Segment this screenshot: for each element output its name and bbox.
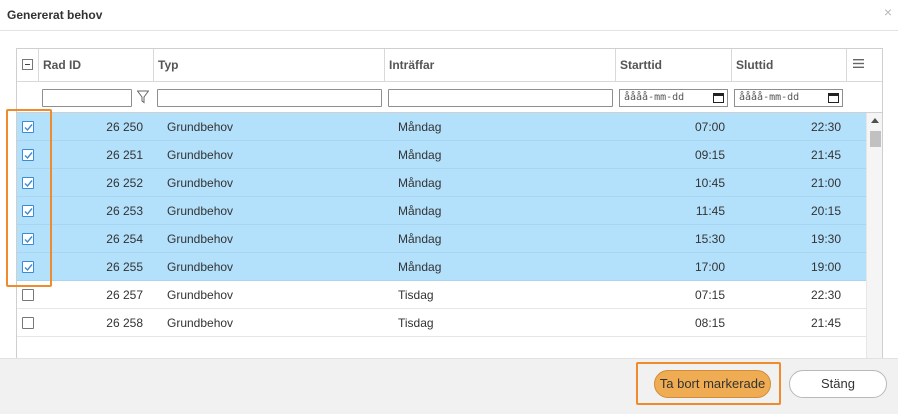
vertical-scrollbar[interactable] [866,113,882,376]
row-starttid: 07:00 [694,120,725,134]
delete-button-highlight [636,362,781,405]
row-typ: Grundbehov [167,120,234,134]
column-header-typ[interactable]: Typ [153,49,384,82]
table-row[interactable]: 26 258 Grundbehov Tisdag 08:15 21:45 [17,309,866,337]
table-row[interactable]: 26 252 Grundbehov Måndag 10:45 21:00 [17,169,866,197]
row-typ: Grundbehov [167,176,234,190]
sluttid-date-filter[interactable]: åååå-mm-dd [734,89,843,107]
checkbox-column-highlight [6,109,52,287]
row-sluttid: 22:30 [810,288,841,302]
table-row[interactable]: 26 255 Grundbehov Måndag 17:00 19:00 [17,253,866,281]
row-sluttid: 22:30 [810,120,841,134]
row-sluttid: 19:30 [810,232,841,246]
table-row[interactable]: 26 254 Grundbehov Måndag 15:30 19:30 [17,225,866,253]
calendar-icon[interactable] [828,93,839,103]
calendar-icon[interactable] [713,93,724,103]
close-icon[interactable]: × [884,4,892,20]
row-starttid: 11:45 [695,204,725,218]
starttid-date-placeholder: åååå-mm-dd [624,92,685,103]
dialog-titlebar: Genererat behov × [0,0,898,31]
row-starttid: 08:15 [694,316,725,330]
row-starttid: 10:45 [694,176,725,190]
row-intraffar: Måndag [398,148,442,162]
filter-row: åååå-mm-dd åååå-mm-dd [17,82,882,113]
table-row[interactable]: 26 250 Grundbehov Måndag 07:00 22:30 [17,113,866,141]
row-sluttid: 21:45 [810,316,841,330]
minus-checkbox-icon[interactable] [22,59,33,70]
header-checkbox-cell [17,49,38,82]
row-rad-id: 26 254 [106,232,143,246]
data-grid: Rad ID Typ Inträffar Starttid Sluttid åå… [16,48,883,376]
row-intraffar: Tisdag [398,316,434,330]
table-row[interactable]: 26 257 Grundbehov Tisdag 07:15 22:30 [17,281,866,309]
starttid-date-filter[interactable]: åååå-mm-dd [619,89,728,107]
row-checkbox[interactable] [22,317,34,329]
row-typ: Grundbehov [167,260,234,274]
hamburger-menu-icon[interactable] [853,59,864,68]
row-intraffar: Måndag [398,120,442,134]
row-intraffar: Måndag [398,176,442,190]
row-sluttid: 20:15 [810,204,841,218]
row-starttid: 09:15 [694,148,725,162]
row-rad-id: 26 252 [106,176,143,190]
column-header-intraffar[interactable]: Inträffar [384,49,615,82]
row-checkbox[interactable] [22,289,34,301]
row-rad-id: 26 257 [106,288,143,302]
row-sluttid: 21:00 [810,176,841,190]
row-rad-id: 26 250 [106,120,143,134]
row-rad-id: 26 251 [106,148,143,162]
typ-filter-input[interactable] [157,89,382,107]
table-row[interactable]: 26 253 Grundbehov Måndag 11:45 20:15 [17,197,866,225]
row-intraffar: Måndag [398,232,442,246]
intraffar-filter-input[interactable] [388,89,613,107]
dialog-title: Genererat behov [7,8,103,22]
close-button[interactable]: Stäng [789,370,887,398]
row-starttid: 17:00 [694,260,725,274]
row-typ: Grundbehov [167,232,234,246]
row-typ: Grundbehov [167,316,234,330]
funnel-icon[interactable] [137,90,149,104]
row-typ: Grundbehov [167,288,234,302]
row-starttid: 07:15 [694,288,725,302]
row-starttid: 15:30 [694,232,725,246]
row-rad-id: 26 253 [106,204,143,218]
row-intraffar: Tisdag [398,288,434,302]
grid-body: 26 250 Grundbehov Måndag 07:00 22:30 26 251 Gr… [17,113,866,337]
row-rad-id: 26 255 [106,260,143,274]
column-header-rad-id[interactable]: Rad ID [38,49,153,82]
column-menu-cell [846,49,866,82]
row-intraffar: Måndag [398,204,442,218]
rad-id-filter-input[interactable] [42,89,132,107]
column-header-starttid[interactable]: Starttid [615,49,731,82]
row-intraffar: Måndag [398,260,442,274]
row-typ: Grundbehov [167,148,234,162]
dialog-content: Rad ID Typ Inträffar Starttid Sluttid åå… [0,31,898,376]
row-rad-id: 26 258 [106,316,143,330]
row-sluttid: 19:00 [810,260,841,274]
scrollbar-thumb[interactable] [870,131,881,147]
row-typ: Grundbehov [167,204,234,218]
grid-header: Rad ID Typ Inträffar Starttid Sluttid [17,49,882,82]
sluttid-date-placeholder: åååå-mm-dd [739,92,800,103]
row-sluttid: 21:45 [810,148,841,162]
table-row[interactable]: 26 251 Grundbehov Måndag 09:15 21:45 [17,141,866,169]
column-header-sluttid[interactable]: Sluttid [731,49,846,82]
scroll-up-arrow-icon[interactable] [871,118,879,123]
